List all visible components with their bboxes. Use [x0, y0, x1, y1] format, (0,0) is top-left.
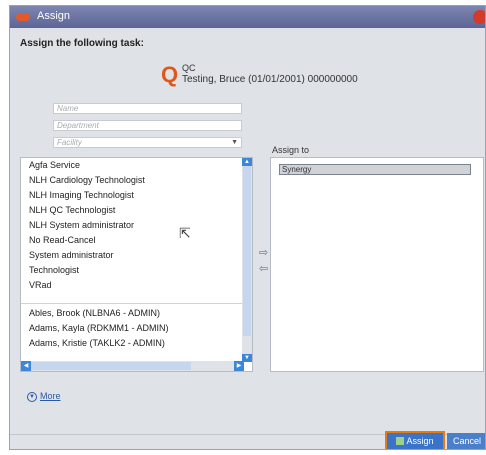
horizontal-scroll-thumb[interactable]	[31, 362, 191, 370]
available-list-content: Agfa Service NLH Cardiology Technologist…	[21, 158, 243, 351]
facility-placeholder: Facility	[57, 138, 82, 147]
arrow-right-icon: ⇨	[259, 247, 269, 259]
list-item[interactable]: Ables, Brook (NLBNA6 - ADMIN)	[21, 306, 243, 321]
list-item[interactable]: VRad	[21, 278, 243, 293]
scroll-left-icon[interactable]: ◀	[21, 361, 31, 371]
task-code: QC	[182, 63, 196, 73]
assign-to-label: Assign to	[272, 145, 310, 155]
list-item[interactable]: System administrator	[21, 248, 243, 263]
arrow-left-icon: ⇦	[259, 263, 269, 275]
name-filter-input[interactable]: Name	[53, 103, 242, 114]
list-item[interactable]: NLH Imaging Technologist	[21, 188, 243, 203]
horizontal-scrollbar[interactable]: ◀ ▶	[21, 361, 244, 371]
close-icon[interactable]	[473, 10, 485, 24]
assign-button-label: Assign	[406, 436, 434, 446]
assign-dialog: Assign Assign the following task: Q QC T…	[9, 5, 486, 450]
assigned-item[interactable]: Synergy	[279, 164, 471, 175]
title-bar: Assign	[10, 6, 485, 28]
facility-filter-select[interactable]: Facility ▼	[53, 137, 242, 148]
dialog-heading: Assign the following task:	[20, 38, 144, 49]
mouse-pointer-icon: ⇱	[179, 225, 191, 241]
vertical-scrollbar[interactable]: ▲ ▼	[242, 158, 252, 362]
task-type-icon: Q	[161, 62, 179, 87]
cancel-button[interactable]: Cancel	[447, 433, 485, 449]
window-title: Assign	[37, 10, 71, 22]
assign-to-list[interactable]: Synergy	[270, 157, 484, 372]
assign-button[interactable]: Assign	[385, 431, 445, 449]
list-item[interactable]: NLH QC Technologist	[21, 203, 243, 218]
task-description: Testing, Bruce (01/01/2001) 000000000	[182, 74, 358, 85]
available-list[interactable]: Agfa Service NLH Cardiology Technologist…	[20, 157, 253, 372]
app-icon	[16, 13, 30, 21]
add-to-assigned-button[interactable]: ⇨	[259, 248, 268, 259]
list-item[interactable]: NLH System administrator	[21, 218, 243, 233]
assign-icon	[396, 437, 405, 445]
chevron-down-icon[interactable]: ▼	[231, 138, 238, 148]
list-item[interactable]: NLH Cardiology Technologist	[21, 173, 243, 188]
list-item[interactable]: Adams, Kayla (RDKMM1 - ADMIN)	[21, 321, 243, 336]
list-item[interactable]: Technologist	[21, 263, 243, 278]
scroll-up-icon[interactable]: ▲	[242, 158, 252, 166]
list-item[interactable]: No Read-Cancel	[21, 233, 243, 248]
scroll-right-icon[interactable]: ▶	[234, 361, 244, 371]
chevron-down-circle-icon: ▼	[27, 391, 37, 402]
list-item[interactable]: Agfa Service	[21, 158, 243, 173]
more-link-label: More	[40, 391, 61, 401]
vertical-scroll-thumb[interactable]	[243, 166, 251, 336]
list-divider	[21, 303, 243, 304]
list-item[interactable]: Adams, Kristie (TAKLK2 - ADMIN)	[21, 336, 243, 351]
department-filter-input[interactable]: Department	[53, 120, 242, 131]
remove-from-assigned-button[interactable]: ⇦	[259, 264, 268, 275]
more-link[interactable]: ▼ More	[27, 391, 61, 402]
